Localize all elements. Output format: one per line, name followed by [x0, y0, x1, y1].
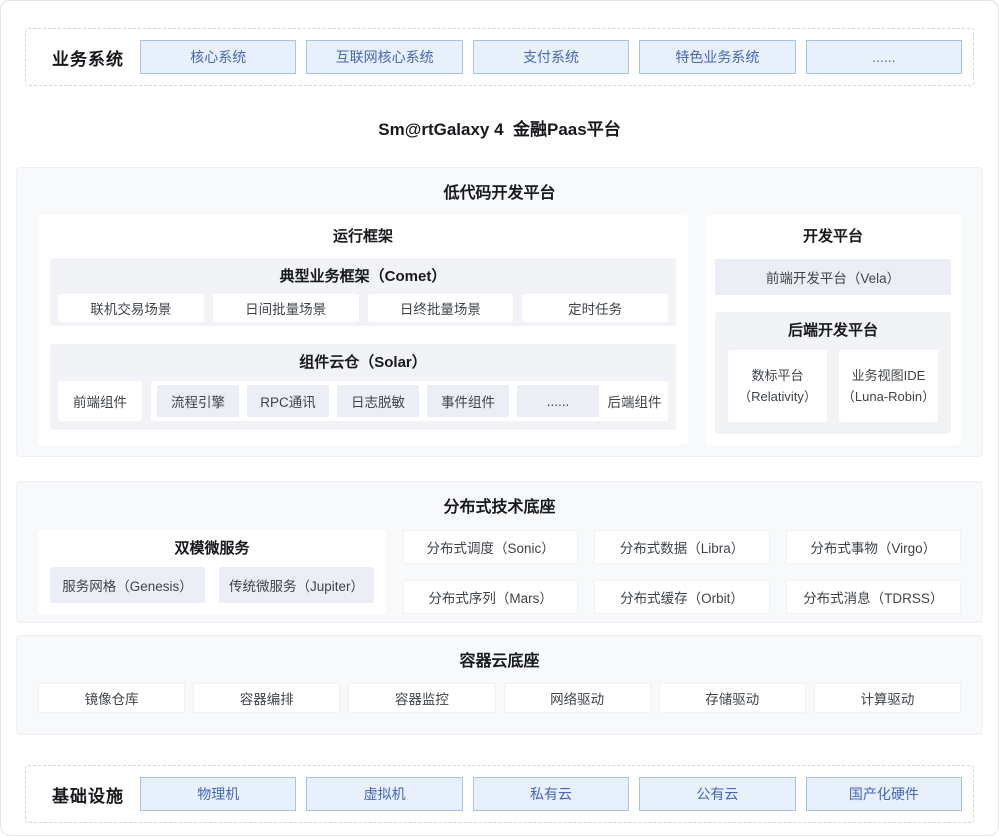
distributed-service-box: 分布式调度（Sonic） [403, 530, 578, 564]
comet-items-row: 联机交易场景 日间批量场景 日终批量场景 定时任务 [58, 294, 668, 322]
solar-chip: 流程引擎 [157, 385, 239, 417]
dual-mode-item: 传统微服务（Jupiter） [219, 567, 374, 603]
container-cloud-box: 镜像仓库 [38, 683, 185, 713]
infrastructure-label: 基础设施 [36, 782, 140, 807]
backend-item-codename: （Luna-Robin） [842, 386, 935, 407]
solar-chip: RPC通讯 [247, 385, 329, 417]
business-system-box: 核心系统 [140, 40, 296, 74]
infrastructure-box: 国产化硬件 [806, 777, 962, 811]
dual-mode-title: 双模微服务 [50, 537, 374, 558]
solar-chip: 日志脱敏 [337, 385, 419, 417]
distributed-content: 双模微服务 服务网格（Genesis） 传统微服务（Jupiter） 分布式调度… [38, 530, 961, 614]
infrastructure-band: 基础设施 物理机 虚拟机 私有云 公有云 国产化硬件 [25, 765, 974, 823]
dual-mode-microservice-panel: 双模微服务 服务网格（Genesis） 传统微服务（Jupiter） [38, 530, 386, 614]
comet-item: 联机交易场景 [58, 294, 204, 322]
dev-platform-title: 开发平台 [715, 225, 951, 246]
distributed-service-box: 分布式消息（TDRSS） [786, 580, 961, 614]
frontend-dev-platform-box: 前端开发平台（Vela） [715, 259, 951, 295]
solar-front-component: 前端组件 [58, 381, 142, 421]
infrastructure-box: 私有云 [473, 777, 629, 811]
backend-item-name: 数标平台 [751, 365, 803, 386]
low-code-content: 运行框架 典型业务框架（Comet） 联机交易场景 日间批量场景 日终批量场景 … [38, 215, 961, 445]
infrastructure-items: 物理机 虚拟机 私有云 公有云 国产化硬件 [140, 777, 962, 811]
container-cloud-box: 容器编排 [193, 683, 340, 713]
backend-item: 数标平台 （Relativity） [728, 350, 827, 422]
runtime-framework-panel: 运行框架 典型业务框架（Comet） 联机交易场景 日间批量场景 日终批量场景 … [38, 215, 688, 445]
container-cloud-items-row: 镜像仓库 容器编排 容器监控 网络驱动 存储驱动 计算驱动 [38, 683, 961, 713]
solar-chip: ...... [517, 385, 599, 417]
backend-dev-platform-title: 后端开发平台 [723, 319, 943, 340]
business-system-box: 互联网核心系统 [306, 40, 462, 74]
infrastructure-box: 虚拟机 [306, 777, 462, 811]
comet-item: 日间批量场景 [213, 294, 359, 322]
solar-component-panel: 组件云仓（Solar） 前端组件 流程引擎 RPC通讯 日志脱敏 事件组件 ..… [50, 344, 676, 430]
backend-item: 业务视图IDE （Luna-Robin） [839, 350, 938, 422]
solar-items-row: 前端组件 流程引擎 RPC通讯 日志脱敏 事件组件 ...... 后端组件 [58, 381, 668, 421]
backend-dev-platform-panel: 后端开发平台 数标平台 （Relativity） 业务视图IDE （Luna-R… [715, 312, 951, 434]
container-cloud-box: 网络驱动 [504, 683, 651, 713]
business-systems-label: 业务系统 [36, 45, 140, 70]
dev-platform-panel: 开发平台 前端开发平台（Vela） 后端开发平台 数标平台 （Relativit… [705, 215, 961, 445]
platform-title: Sm@rtGalaxy 4 金融Paas平台 [16, 115, 983, 140]
container-cloud-section: 容器云底座 镜像仓库 容器编排 容器监控 网络驱动 存储驱动 计算驱动 [16, 635, 983, 735]
container-cloud-box: 容器监控 [348, 683, 495, 713]
solar-component-strip: 流程引擎 RPC通讯 日志脱敏 事件组件 ...... 后端组件 [151, 381, 668, 421]
business-system-box: 特色业务系统 [639, 40, 795, 74]
backend-item-codename: （Relativity） [738, 386, 817, 407]
comet-framework-panel: 典型业务框架（Comet） 联机交易场景 日间批量场景 日终批量场景 定时任务 [50, 258, 676, 326]
backend-items-row: 数标平台 （Relativity） 业务视图IDE （Luna-Robin） [723, 350, 943, 422]
business-system-box: ...... [806, 40, 962, 74]
comet-item: 定时任务 [522, 294, 668, 322]
container-cloud-title: 容器云底座 [38, 647, 961, 671]
comet-item: 日终批量场景 [368, 294, 514, 322]
business-systems-band: 业务系统 核心系统 互联网核心系统 支付系统 特色业务系统 ...... [25, 28, 974, 86]
distributed-base-title: 分布式技术底座 [38, 493, 961, 517]
distributed-service-box: 分布式缓存（Orbit） [594, 580, 769, 614]
architecture-diagram: 业务系统 核心系统 互联网核心系统 支付系统 特色业务系统 ...... Sm@… [0, 0, 999, 836]
runtime-framework-title: 运行框架 [50, 225, 676, 246]
comet-framework-title: 典型业务框架（Comet） [58, 265, 668, 286]
distributed-service-box: 分布式事物（Virgo） [786, 530, 961, 564]
distributed-service-box: 分布式序列（Mars） [403, 580, 578, 614]
container-cloud-box: 计算驱动 [814, 683, 961, 713]
distributed-base-section: 分布式技术底座 双模微服务 服务网格（Genesis） 传统微服务（Jupite… [16, 481, 983, 623]
low-code-platform-section: 低代码开发平台 运行框架 典型业务框架（Comet） 联机交易场景 日间批量场景… [16, 167, 983, 457]
dual-mode-items-row: 服务网格（Genesis） 传统微服务（Jupiter） [50, 567, 374, 603]
backend-item-name: 业务视图IDE [852, 365, 926, 386]
low-code-platform-title: 低代码开发平台 [38, 179, 961, 203]
container-cloud-box: 存储驱动 [659, 683, 806, 713]
distributed-service-box: 分布式数据（Libra） [594, 530, 769, 564]
infrastructure-box: 公有云 [639, 777, 795, 811]
solar-component-title: 组件云仓（Solar） [58, 351, 668, 372]
solar-chip: 事件组件 [427, 385, 509, 417]
dual-mode-item: 服务网格（Genesis） [50, 567, 205, 603]
distributed-services-grid: 分布式调度（Sonic） 分布式数据（Libra） 分布式事物（Virgo） 分… [403, 530, 961, 614]
infrastructure-box: 物理机 [140, 777, 296, 811]
business-systems-items: 核心系统 互联网核心系统 支付系统 特色业务系统 ...... [140, 40, 962, 74]
business-system-box: 支付系统 [473, 40, 629, 74]
solar-back-component: 后端组件 [607, 391, 662, 411]
